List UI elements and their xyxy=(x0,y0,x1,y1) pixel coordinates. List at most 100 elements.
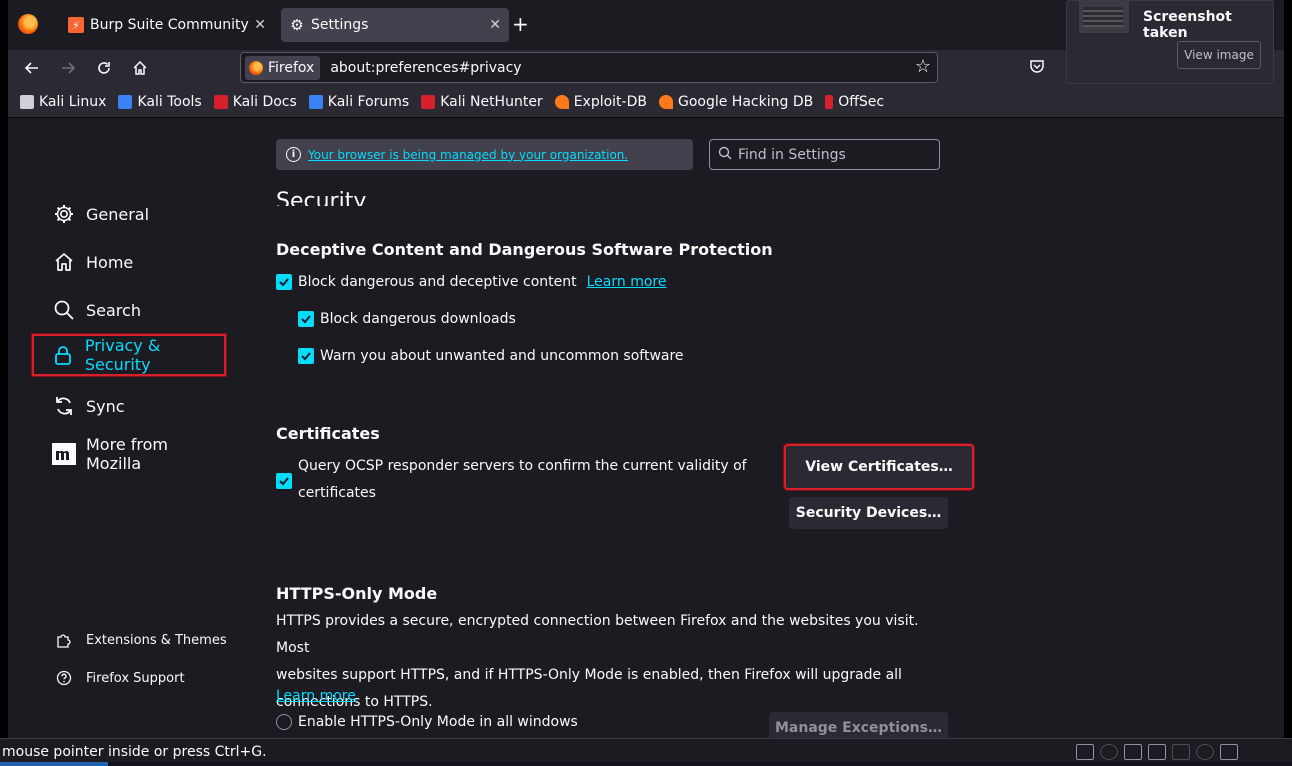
block-deceptive-row: Block dangerous and deceptive content Le… xyxy=(276,274,666,290)
tab-settings[interactable]: ⚙ Settings ✕ xyxy=(281,8,509,42)
pocket-icon[interactable] xyxy=(1028,58,1046,76)
tab-burp-suite[interactable]: ⚡ Burp Suite Community Ed ✕ xyxy=(60,8,274,42)
identity-label: Firefox xyxy=(268,59,315,76)
category-more-from-mozilla[interactable]: More from Mozilla xyxy=(38,434,226,474)
manage-exceptions-label: Manage Exceptions… xyxy=(774,720,942,736)
bookmark-label: Kali NetHunter xyxy=(440,93,543,110)
category-label: Sync xyxy=(86,396,125,416)
https-all-windows-radio[interactable] xyxy=(276,714,292,730)
bookmark-kali-nethunter[interactable]: Kali NetHunter xyxy=(421,93,543,110)
url-bar[interactable]: Firefox about:preferences#privacy ☆ xyxy=(240,52,938,83)
extensions-themes-link[interactable]: Extensions & Themes xyxy=(56,632,227,648)
nethunter-icon xyxy=(421,94,436,109)
https-all-windows-label[interactable]: Enable HTTPS-Only Mode in all windows xyxy=(298,714,578,730)
learn-more-link[interactable]: Learn more xyxy=(587,274,667,290)
bookmarks-toolbar: Kali Linux Kali Tools Kali Docs Kali For… xyxy=(8,86,1284,118)
settings-page: i Your browser is being managed by your … xyxy=(8,118,1284,738)
usb-icon[interactable] xyxy=(1172,744,1190,760)
home-icon[interactable] xyxy=(128,56,152,80)
bookmark-label: OffSec xyxy=(838,93,885,110)
bookmark-label: Kali Tools xyxy=(137,93,202,110)
firefox-menu-icon[interactable] xyxy=(18,14,38,34)
category-sidebar: General Home Search Privacy & Security S… xyxy=(8,118,248,738)
warn-unwanted-checkbox[interactable] xyxy=(298,348,314,364)
ghdb-icon xyxy=(658,94,673,109)
close-tab-icon[interactable]: ✕ xyxy=(254,17,266,33)
screenshot-thumbnail xyxy=(1079,1,1129,33)
network-icon[interactable] xyxy=(1124,744,1142,760)
view-certificates-button[interactable]: View Certificates… xyxy=(784,444,974,490)
category-search[interactable]: Search xyxy=(38,290,226,330)
audio-icon[interactable] xyxy=(1196,744,1214,760)
security-devices-label: Security Devices… xyxy=(795,505,942,521)
new-tab-icon[interactable]: + xyxy=(512,14,529,34)
category-general[interactable]: General xyxy=(38,194,226,234)
reload-icon[interactable] xyxy=(92,56,116,80)
https-all-windows-row: Enable HTTPS-Only Mode in all windows xyxy=(276,714,578,730)
bookmark-kali-linux[interactable]: Kali Linux xyxy=(20,94,106,110)
block-deceptive-label[interactable]: Block dangerous and deceptive content xyxy=(298,274,577,290)
notes-icon[interactable] xyxy=(1220,744,1238,760)
category-label: Search xyxy=(86,300,141,320)
bookmark-kali-tools[interactable]: Kali Tools xyxy=(118,93,202,110)
cd-icon[interactable] xyxy=(1100,744,1118,760)
firefox-logo-icon xyxy=(249,60,263,75)
category-sync[interactable]: Sync xyxy=(38,386,226,426)
burp-icon: ⚡ xyxy=(68,17,84,33)
https-desc-line2: websites support HTTPS, and if HTTPS-Onl… xyxy=(276,667,902,683)
forward-arrow-icon[interactable] xyxy=(56,56,80,80)
ocsp-label[interactable]: Query OCSP responder servers to confirm … xyxy=(298,453,747,507)
bookmark-offsec[interactable]: OffSec xyxy=(825,94,884,110)
https-desc-line1: HTTPS provides a secure, encrypted conne… xyxy=(276,613,919,656)
taskbar-active-segment xyxy=(0,762,108,766)
puzzle-icon xyxy=(56,632,72,648)
identity-box[interactable]: Firefox xyxy=(245,55,321,80)
gear-icon: ⚙ xyxy=(290,16,304,34)
firefox-support-link[interactable]: Firefox Support xyxy=(56,670,185,686)
kali-tools-icon xyxy=(118,94,133,109)
warn-unwanted-label[interactable]: Warn you about unwanted and uncommon sof… xyxy=(320,348,684,364)
bookmark-exploit-db[interactable]: Exploit-DB xyxy=(554,94,647,110)
bookmark-label: Google Hacking DB xyxy=(677,93,814,110)
offsec-icon xyxy=(825,94,834,109)
category-privacy-security[interactable]: Privacy & Security xyxy=(32,334,226,376)
category-label: More from Mozilla xyxy=(86,435,168,473)
bookmark-kali-forums[interactable]: Kali Forums xyxy=(308,93,410,110)
privacy-settings-main: Security Deceptive Content and Dangerous… xyxy=(276,118,974,738)
bookmark-label: Kali Forums xyxy=(327,93,410,110)
disk-icon[interactable] xyxy=(1076,744,1094,760)
close-tab-icon[interactable]: ✕ xyxy=(489,17,501,33)
block-downloads-label[interactable]: Block dangerous downloads xyxy=(320,311,516,327)
back-arrow-icon[interactable] xyxy=(20,56,44,80)
block-downloads-checkbox[interactable] xyxy=(298,311,314,327)
warn-unwanted-row: Warn you about unwanted and uncommon sof… xyxy=(298,348,684,364)
search-icon xyxy=(52,298,76,322)
kali-docs-icon xyxy=(213,94,228,109)
status-tray xyxy=(1076,744,1238,760)
manage-exceptions-button[interactable]: Manage Exceptions… xyxy=(769,712,948,738)
browser-window: ⚡ Burp Suite Community Ed ✕ ⚙ Settings ✕… xyxy=(8,0,1284,738)
bookmark-star-icon[interactable]: ☆ xyxy=(915,56,931,77)
category-home[interactable]: Home xyxy=(38,242,226,282)
https-only-description: HTTPS provides a secure, encrypted conne… xyxy=(276,608,956,716)
bookmark-kali-docs[interactable]: Kali Docs xyxy=(213,93,297,110)
https-learn-more-link[interactable]: Learn more xyxy=(276,688,356,704)
lock-icon xyxy=(52,343,75,367)
ocsp-label-line1: Query OCSP responder servers to confirm … xyxy=(298,458,747,474)
section-title: Security xyxy=(276,189,367,206)
ocsp-checkbox[interactable] xyxy=(276,473,292,489)
bookmark-google-hacking-db[interactable]: Google Hacking DB xyxy=(658,93,814,110)
https-only-heading: HTTPS-Only Mode xyxy=(276,584,438,603)
gear-icon xyxy=(52,202,76,226)
security-devices-button[interactable]: Security Devices… xyxy=(789,497,948,529)
view-image-button[interactable]: View image xyxy=(1177,41,1261,69)
bookmark-label: Kali Docs xyxy=(232,93,297,110)
notification-title: Screenshot taken xyxy=(1143,9,1232,41)
url-text[interactable]: about:preferences#privacy xyxy=(330,60,521,76)
block-deceptive-checkbox[interactable] xyxy=(276,274,292,290)
footer-label: Extensions & Themes xyxy=(86,632,227,648)
category-label: Home xyxy=(86,252,134,272)
network2-icon[interactable] xyxy=(1148,744,1166,760)
kali-forums-icon xyxy=(308,94,323,109)
block-downloads-row: Block dangerous downloads xyxy=(298,311,516,327)
